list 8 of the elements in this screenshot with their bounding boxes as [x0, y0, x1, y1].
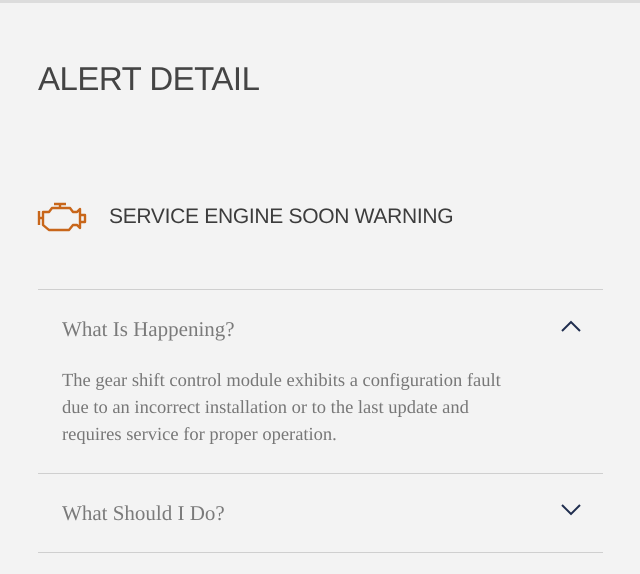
section-header[interactable]: What Is Happening?: [62, 290, 581, 368]
engine-icon: [37, 201, 87, 233]
section-body: The gear shift control module exhibits a configuration fault due to an incorrect installation or to the last update and requires service for proper operation.: [62, 370, 502, 447]
page-title: ALERT DETAIL: [38, 59, 260, 99]
chevron-down-icon: [561, 504, 581, 516]
section-header[interactable]: What Should I Do?: [62, 474, 581, 552]
alert-label: SERVICE ENGINE SOON WARNING: [109, 205, 454, 229]
chevron-up-icon: [561, 320, 581, 332]
